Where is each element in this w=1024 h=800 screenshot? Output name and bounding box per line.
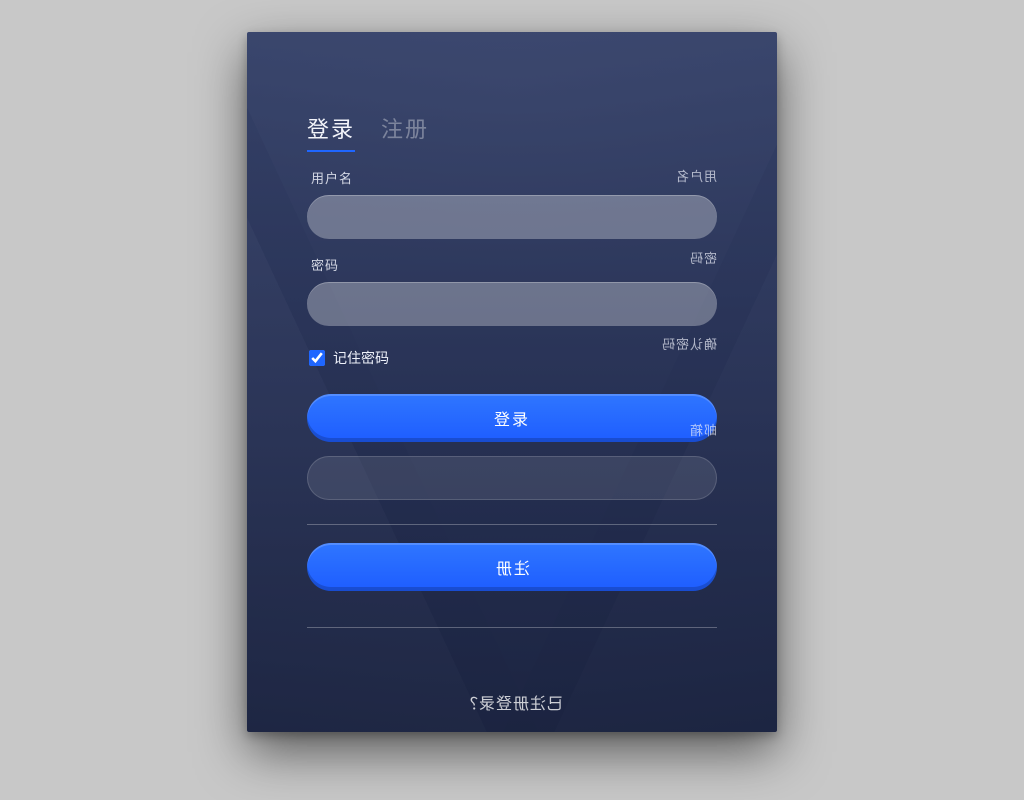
auth-card: 登录 注册 用户名 用户名 密码 密码 确认密码 记住密码 登录 <box>247 32 777 732</box>
tab-login[interactable]: 登录 <box>307 112 355 152</box>
username-input[interactable] <box>307 195 717 239</box>
swap-to-login-link[interactable]: 已注册登录？ <box>461 690 563 714</box>
section-divider-2 <box>307 627 717 628</box>
mirrored-ghost-input <box>307 456 717 500</box>
auth-tabs: 登录 注册 <box>307 112 717 152</box>
register-button[interactable]: 注册 <box>307 543 717 591</box>
password-label: 密码 <box>311 255 717 274</box>
username-label: 用户名 <box>311 168 717 187</box>
card-content: 登录 注册 用户名 用户名 密码 密码 确认密码 记住密码 登录 <box>247 32 777 714</box>
remember-row: 记住密码 <box>309 348 717 368</box>
login-panel: 用户名 用户名 密码 密码 确认密码 记住密码 登录 邮箱 注 <box>307 168 717 714</box>
password-input[interactable] <box>307 282 717 326</box>
remember-label: 记住密码 <box>333 348 389 368</box>
login-button[interactable]: 登录 <box>307 394 717 442</box>
swap-link-row: 已注册登录？ <box>307 690 717 714</box>
section-divider-1 <box>307 524 717 525</box>
tab-register[interactable]: 注册 <box>381 112 429 152</box>
remember-checkbox[interactable] <box>309 350 325 366</box>
